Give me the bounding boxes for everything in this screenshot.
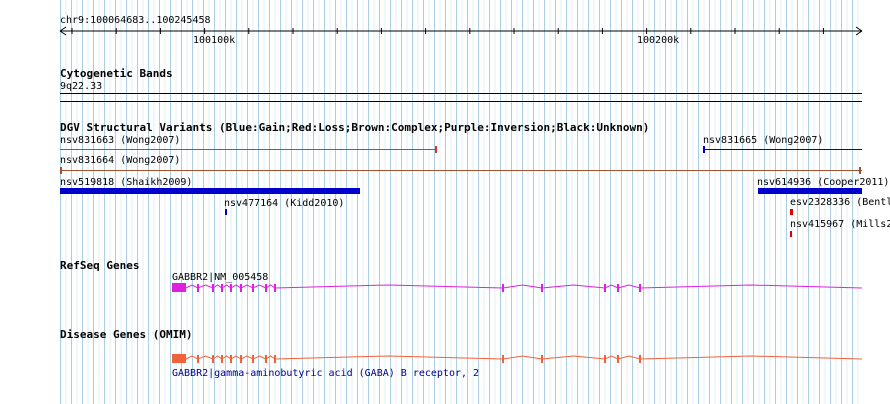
dgv-feature-label[interactable]: nsv831663 (Wong2007): [60, 135, 180, 146]
genome-browser-view: { "ruler": { "location": "chr9:100064683…: [0, 0, 890, 404]
exon: [221, 284, 223, 292]
grid-major: [60, 0, 862, 404]
exon: [240, 284, 242, 292]
exon: [230, 284, 232, 292]
dgv-feature-label[interactable]: nsv831665 (Wong2007): [703, 135, 823, 146]
dgv-feature-bar[interactable]: [790, 231, 792, 237]
exon: [502, 355, 504, 363]
refseq-gene-model[interactable]: [170, 280, 865, 296]
exon: [617, 355, 619, 363]
exon: [604, 355, 606, 363]
track-title-omim[interactable]: Disease Genes (OMIM): [60, 329, 192, 340]
dgv-feature-bar[interactable]: [60, 170, 862, 171]
exon: [212, 355, 214, 363]
ruler-tick-label: 100100k: [193, 35, 236, 46]
exon: [617, 284, 619, 292]
dgv-feature-bar[interactable]: [60, 149, 437, 150]
dgv-feature-bar[interactable]: [790, 209, 793, 215]
cytoband-line[interactable]: [60, 93, 862, 94]
exon: [639, 355, 641, 363]
dgv-feature-end: [703, 146, 705, 153]
first-exon: [172, 283, 186, 292]
exon: [240, 355, 242, 363]
dgv-feature-bar[interactable]: [60, 188, 360, 194]
exon: [265, 355, 267, 363]
intron-line: [185, 355, 863, 360]
dgv-feature-end: [435, 146, 437, 153]
dgv-feature-end: [60, 167, 62, 174]
dgv-feature-label[interactable]: nsv831664 (Wong2007): [60, 155, 180, 166]
dgv-feature-label[interactable]: nsv614936 (Cooper2011): [757, 177, 889, 188]
dgv-feature-bar[interactable]: [704, 149, 862, 150]
ruler-axis: [59, 26, 863, 36]
exon: [197, 284, 199, 292]
exon: [639, 284, 641, 292]
dgv-feature-bar[interactable]: [225, 209, 227, 215]
exon: [230, 355, 232, 363]
exon: [541, 284, 543, 292]
exon: [274, 284, 276, 292]
dgv-feature-label[interactable]: nsv519818 (Shaikh2009): [60, 177, 192, 188]
track-title-cytoband[interactable]: Cytogenetic Bands: [60, 68, 173, 79]
exon: [252, 355, 254, 363]
exon: [212, 284, 214, 292]
dgv-feature-end: [859, 167, 861, 174]
cytoband-line[interactable]: [60, 101, 862, 102]
omim-gene-label[interactable]: GABBR2|gamma-aminobutyric acid (GABA) B …: [172, 368, 479, 379]
exon: [265, 284, 267, 292]
exon: [197, 355, 199, 363]
dgv-feature-label[interactable]: nsv415967 (Mills2: [790, 219, 890, 230]
exon: [221, 355, 223, 363]
dgv-feature-bar[interactable]: [758, 188, 862, 194]
exon: [604, 284, 606, 292]
track-title-refseq[interactable]: RefSeq Genes: [60, 260, 139, 271]
dgv-feature-label[interactable]: esv2328336 (Bentl: [790, 197, 890, 208]
track-title-dgv[interactable]: DGV Structural Variants (Blue:Gain;Red:L…: [60, 122, 649, 133]
intron-line: [185, 284, 863, 289]
exon: [541, 355, 543, 363]
first-exon: [172, 354, 186, 363]
dgv-feature-label[interactable]: nsv477164 (Kidd2010): [224, 198, 344, 209]
exon: [252, 284, 254, 292]
exon: [274, 355, 276, 363]
cytoband-label[interactable]: 9q22.33: [60, 81, 102, 92]
ruler-tick-label: 100200k: [637, 35, 680, 46]
omim-gene-model[interactable]: [170, 351, 865, 367]
exon: [502, 284, 504, 292]
